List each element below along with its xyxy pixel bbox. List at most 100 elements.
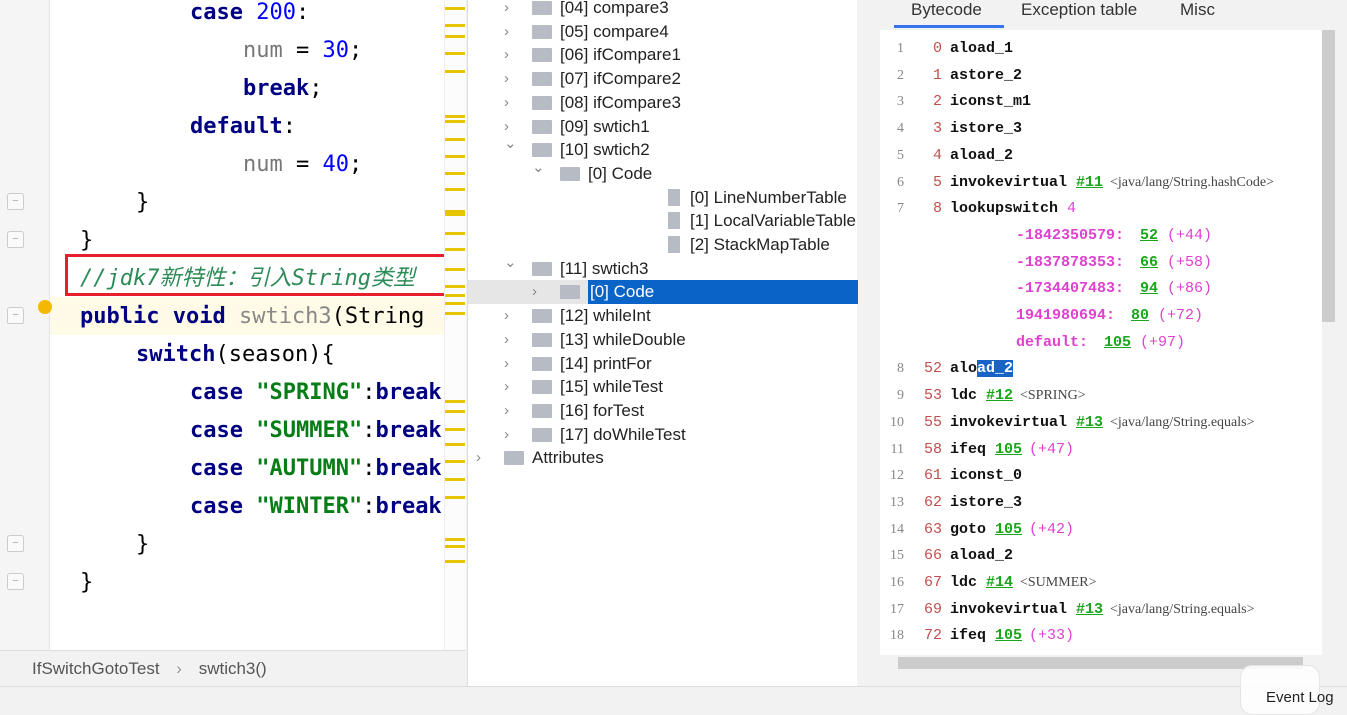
bytecode-listing[interactable]: 1 0 aload_1 2 1 astore_2 3 2 iconst_m1 4 3 istore_3… <box>880 30 1335 655</box>
warning-marker[interactable] <box>445 428 465 431</box>
warning-marker[interactable] <box>445 213 465 216</box>
tree-item[interactable]: › [16] forTest <box>468 399 858 423</box>
chevron-right-icon[interactable]: › <box>504 67 518 91</box>
warning-marker[interactable] <box>445 70 465 73</box>
warning-marker[interactable] <box>445 172 465 175</box>
warning-marker[interactable] <box>445 496 465 499</box>
chevron-right-icon[interactable]: › <box>504 375 518 399</box>
tab-bytecode[interactable]: Bytecode <box>911 0 982 20</box>
chevron-right-icon[interactable]: › <box>504 0 518 20</box>
warning-marker[interactable] <box>445 248 465 251</box>
warning-marker[interactable] <box>445 410 465 413</box>
warning-marker[interactable] <box>445 443 465 446</box>
warning-marker[interactable] <box>445 138 465 141</box>
tree-item[interactable]: [1] LocalVariableTable <box>468 209 858 233</box>
chevron-down-icon[interactable]: ⌄ <box>504 132 518 156</box>
warning-marker[interactable] <box>445 24 465 27</box>
class-structure-tree[interactable]: › [04] compare3 › [05] compare4 › [06] ifComp… <box>467 0 858 686</box>
error-stripe-scrollbar[interactable] <box>444 0 466 650</box>
fold-icon[interactable]: − <box>7 535 24 552</box>
tree-item[interactable]: › [06] ifCompare1 <box>468 43 858 67</box>
tree-item[interactable]: [2] StackMapTable <box>468 233 858 257</box>
tree-item[interactable]: › [12] whileInt <box>468 304 858 328</box>
fold-icon[interactable]: − <box>7 307 24 324</box>
tree-item[interactable]: › [09] swtich1 <box>468 115 858 139</box>
warning-marker[interactable] <box>445 188 465 191</box>
chevron-right-icon[interactable]: › <box>504 328 518 352</box>
chevron-right-icon[interactable]: › <box>504 304 518 328</box>
breadcrumb-class[interactable]: IfSwitchGotoTest <box>32 659 160 678</box>
warning-marker[interactable] <box>445 302 465 305</box>
tree-item[interactable]: › [05] compare4 <box>468 20 858 44</box>
constant-ref-link[interactable]: #14 <box>986 569 1013 596</box>
warning-marker[interactable] <box>445 7 465 10</box>
fold-icon[interactable]: − <box>7 193 24 210</box>
warning-marker[interactable] <box>445 120 465 123</box>
tree-item[interactable]: › [14] printFor <box>468 352 858 376</box>
jump-target-link[interactable]: 105 <box>1104 329 1131 356</box>
chevron-right-icon[interactable]: › <box>504 91 518 115</box>
fold-icon[interactable]: − <box>7 573 24 590</box>
tree-item[interactable]: › [13] whileDouble <box>468 328 858 352</box>
tree-item[interactable]: › [17] doWhileTest <box>468 423 858 447</box>
tree-item[interactable]: ⌄ [0] Code <box>468 159 858 186</box>
tab-exception-table[interactable]: Exception table <box>1021 0 1137 20</box>
warning-marker[interactable] <box>445 115 465 118</box>
event-log-button[interactable]: Event Log <box>1266 689 1334 706</box>
constant-ref-link[interactable]: #11 <box>1076 169 1103 196</box>
chevron-right-icon[interactable]: › <box>504 399 518 423</box>
chevron-down-icon[interactable]: ⌄ <box>532 156 546 180</box>
warning-marker[interactable] <box>445 52 465 55</box>
tree-item-selected[interactable]: › [0] Code <box>468 280 858 305</box>
horizontal-scrollbar[interactable] <box>898 657 1303 669</box>
chevron-right-icon[interactable]: › <box>504 352 518 376</box>
breadcrumb-method[interactable]: swtich3() <box>199 659 267 678</box>
warning-marker[interactable] <box>445 538 465 541</box>
warning-marker[interactable] <box>445 155 465 158</box>
constant-ref-link[interactable]: #12 <box>986 382 1013 409</box>
tree-item[interactable]: [0] LineNumberTable <box>468 186 858 210</box>
tree-item[interactable]: › [08] ifCompare3 <box>468 91 858 115</box>
warning-marker[interactable] <box>445 545 465 548</box>
constant-ref-link[interactable]: 105 <box>995 516 1022 543</box>
bytecode-line: 7 8 lookupswitch 4 <box>880 195 1320 222</box>
jump-target-link[interactable]: 66 <box>1140 249 1158 276</box>
chevron-down-icon[interactable]: ⌄ <box>504 251 518 275</box>
code-token: 200 <box>256 0 296 25</box>
tree-item[interactable]: › [15] whileTest <box>468 375 858 399</box>
warning-marker[interactable] <box>445 460 465 463</box>
chevron-right-icon[interactable]: › <box>504 43 518 67</box>
lightbulb-icon[interactable] <box>38 300 52 314</box>
chevron-right-icon[interactable]: › <box>476 446 490 470</box>
chevron-right-icon[interactable]: › <box>504 20 518 44</box>
tree-item[interactable]: ⌄ [10] swtich2 <box>468 135 858 162</box>
warning-marker[interactable] <box>445 400 465 403</box>
vertical-scrollbar[interactable] <box>1322 30 1335 322</box>
code-token: default <box>190 114 283 139</box>
jump-target-link[interactable]: 80 <box>1131 302 1149 329</box>
jump-target-link[interactable]: 94 <box>1140 275 1158 302</box>
chevron-right-icon[interactable]: › <box>504 423 518 447</box>
warning-marker[interactable] <box>445 268 465 271</box>
tree-item[interactable]: › Attributes <box>468 446 858 470</box>
warning-marker[interactable] <box>445 35 465 38</box>
tab-misc[interactable]: Misc <box>1180 0 1215 20</box>
warning-marker[interactable] <box>445 232 465 235</box>
constant-ref-link[interactable]: #13 <box>1076 409 1103 436</box>
chevron-right-icon[interactable]: › <box>532 280 546 304</box>
code-editor[interactable]: − − − − − case 200: num = 30; break; defaul… <box>0 0 466 650</box>
tree-item-label: [11] swtich3 <box>560 258 649 278</box>
constant-ref-link[interactable]: 105 <box>995 436 1022 463</box>
warning-marker[interactable] <box>445 294 465 297</box>
tree-item[interactable]: › [04] compare3 <box>468 0 858 20</box>
jump-target-link[interactable]: 52 <box>1140 222 1158 249</box>
warning-marker[interactable] <box>445 560 465 563</box>
warning-marker[interactable] <box>445 478 465 481</box>
fold-icon[interactable]: − <box>7 231 24 248</box>
warning-marker[interactable] <box>445 312 465 315</box>
tree-item[interactable]: ⌄ [11] swtich3 <box>468 254 858 281</box>
tree-item[interactable]: › [07] ifCompare2 <box>468 67 858 91</box>
constant-ref-link[interactable]: 105 <box>995 622 1022 649</box>
warning-marker[interactable] <box>445 285 465 288</box>
constant-ref-link[interactable]: #13 <box>1076 596 1103 623</box>
